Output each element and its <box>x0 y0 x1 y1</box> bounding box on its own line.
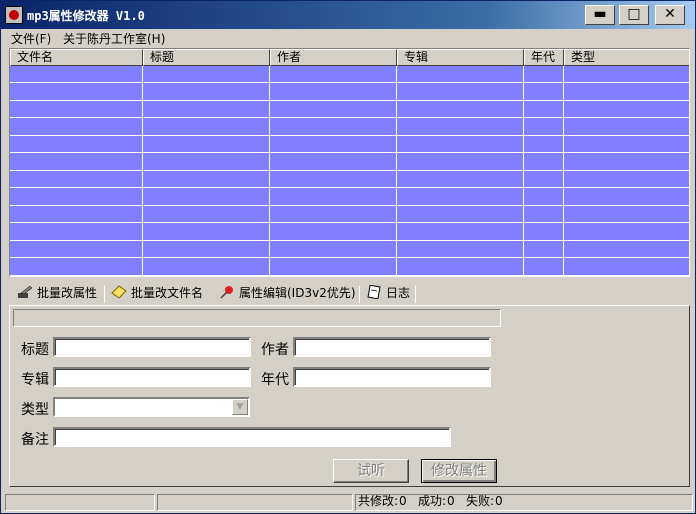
tab-label: 批量改文件名 <box>131 286 204 300</box>
grid-divider <box>563 66 564 276</box>
list-row[interactable] <box>10 101 689 118</box>
list-row[interactable] <box>10 171 689 188</box>
note-field[interactable] <box>53 427 451 447</box>
column-header-album[interactable]: 专辑 <box>397 49 524 66</box>
edit-icon <box>18 285 33 298</box>
title-bar[interactable]: mp3属性修改器 V1.0 ▬ □ ✕ <box>1 1 695 29</box>
album-label: 专辑 <box>21 372 49 388</box>
close-button[interactable]: ✕ <box>655 5 685 25</box>
list-row[interactable] <box>10 66 689 83</box>
list-row[interactable] <box>10 189 689 206</box>
column-header-year[interactable]: 年代 <box>524 49 564 66</box>
column-header-title[interactable]: 标题 <box>143 49 270 66</box>
success-label: 成功: <box>418 494 447 508</box>
grid-divider <box>523 66 524 276</box>
tab-log[interactable]: 日志 <box>362 283 410 305</box>
tab-batch-attributes[interactable]: 批量改属性 <box>13 283 97 305</box>
tab-batch-filename[interactable]: 批量改文件名 <box>107 283 203 305</box>
tab-divider <box>104 286 105 303</box>
author-label: 作者 <box>261 342 289 358</box>
chevron-down-icon[interactable]: ▼ <box>232 399 248 415</box>
list-row[interactable] <box>10 241 689 258</box>
status-cell-empty <box>5 494 155 511</box>
listen-button[interactable]: 试听 <box>333 459 409 483</box>
maximize-button[interactable]: □ <box>619 5 649 25</box>
album-field[interactable] <box>53 367 251 387</box>
modify-attributes-button[interactable]: 修改属性 <box>421 459 497 483</box>
total-modified-value: 0 <box>399 494 407 508</box>
year-label: 年代 <box>261 372 289 388</box>
column-header-genre[interactable]: 类型 <box>564 49 689 66</box>
list-row[interactable] <box>10 224 689 241</box>
list-row[interactable] <box>10 84 689 101</box>
grid-divider <box>269 66 270 276</box>
genre-label: 类型 <box>21 402 49 418</box>
fail-value: 0 <box>495 494 503 508</box>
column-header-author[interactable]: 作者 <box>270 49 397 66</box>
grid-divider <box>396 66 397 276</box>
eraser-icon <box>111 285 127 299</box>
menu-file[interactable]: 文件(F) <box>11 30 51 47</box>
window-title: mp3属性修改器 V1.0 <box>27 9 145 23</box>
tab-label: 日志 <box>386 286 411 300</box>
total-modified-label: 共修改: <box>358 494 399 508</box>
tab-divider <box>359 286 360 303</box>
grid-divider <box>142 66 143 276</box>
success-value: 0 <box>447 494 455 508</box>
menu-about[interactable]: 关于陈丹工作室(H) <box>63 30 165 47</box>
minimize-button[interactable]: ▬ <box>585 5 615 25</box>
list-row[interactable] <box>10 136 689 153</box>
tab-label: 属性编辑(ID3v2优先) <box>239 286 356 300</box>
genre-select[interactable]: ▼ <box>53 397 250 417</box>
list-row[interactable] <box>10 206 689 223</box>
author-field[interactable] <box>293 337 491 357</box>
file-list[interactable]: 文件名 标题 作者 专辑 年代 类型 <box>9 48 690 277</box>
tab-divider <box>415 286 416 303</box>
status-bar: 共修改: 0 成功: 0 失败: 0 <box>1 492 695 513</box>
list-row[interactable] <box>10 154 689 171</box>
pin-icon <box>220 286 233 299</box>
tab-attribute-edit[interactable]: 属性编辑(ID3v2优先) <box>215 283 356 305</box>
list-row[interactable] <box>10 259 689 276</box>
column-header-filename[interactable]: 文件名 <box>10 49 143 66</box>
list-row[interactable] <box>10 119 689 136</box>
status-cell-empty <box>157 494 353 511</box>
list-header: 文件名 标题 作者 专辑 年代 类型 <box>10 49 689 66</box>
notebook-icon <box>367 285 381 299</box>
year-field[interactable] <box>293 367 491 387</box>
app-window: mp3属性修改器 V1.0 ▬ □ ✕ 文件(F) 关于陈丹工作室(H) 文件名… <box>0 0 696 514</box>
app-icon[interactable] <box>5 6 23 24</box>
fail-label: 失败: <box>466 494 495 508</box>
menu-bar: 文件(F) 关于陈丹工作室(H) <box>1 29 695 47</box>
file-path-box <box>13 309 501 327</box>
note-label: 备注 <box>21 432 49 448</box>
title-label: 标题 <box>21 342 49 358</box>
tab-label: 批量改属性 <box>37 286 98 300</box>
title-field[interactable] <box>53 337 251 357</box>
